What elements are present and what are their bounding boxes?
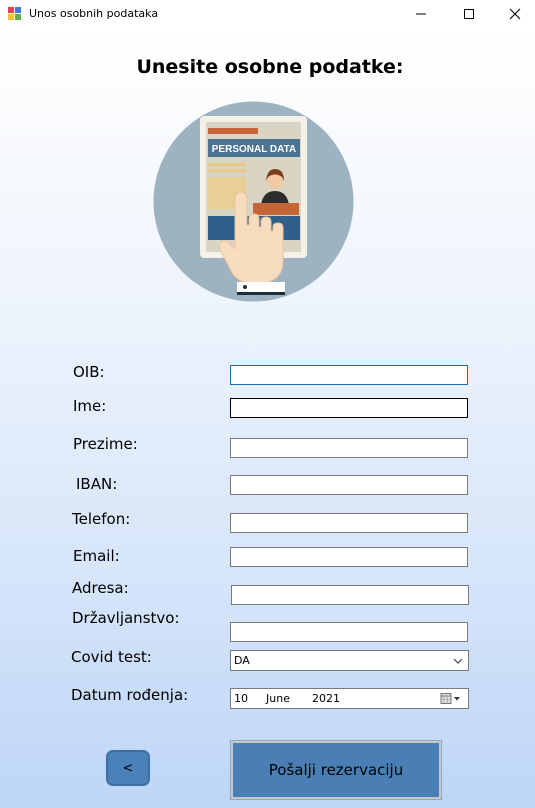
oib-field[interactable] <box>230 365 468 385</box>
close-button[interactable] <box>492 0 535 28</box>
telefon-field[interactable] <box>230 513 468 533</box>
iban-label: IBAN: <box>76 475 118 493</box>
window-title: Unos osobnih podataka <box>29 7 159 20</box>
form-client-area: Unesite osobne podatke: PERSONAL DATA OI… <box>0 28 535 808</box>
datum-rodenja-label: Datum rođenja: <box>71 686 189 704</box>
title-bar[interactable]: Unos osobnih podataka <box>0 0 535 28</box>
banner-text: PERSONAL DATA <box>212 144 296 155</box>
ime-label: Ime: <box>73 397 107 415</box>
covid-test-label: Covid test: <box>71 648 152 666</box>
email-field[interactable] <box>230 547 468 567</box>
minimize-button[interactable] <box>398 0 444 28</box>
maximize-icon <box>464 9 474 19</box>
close-icon <box>509 8 521 20</box>
minimize-icon <box>416 13 426 15</box>
drzavljanstvo-label: Državljanstvo: <box>72 609 180 627</box>
submit-reservation-button[interactable]: Pošalji rezervaciju <box>230 740 442 800</box>
back-button[interactable]: < <box>106 750 150 786</box>
telefon-label: Telefon: <box>72 510 131 528</box>
prezime-label: Prezime: <box>73 435 138 453</box>
email-label: Email: <box>73 547 120 565</box>
birth-day[interactable]: 10 <box>234 692 248 705</box>
drzavljanstvo-field[interactable] <box>230 622 468 642</box>
maximize-button[interactable] <box>446 0 492 28</box>
birth-year[interactable]: 2021 <box>312 692 340 705</box>
calendar-dropdown-icon[interactable] <box>440 692 464 706</box>
app-icon <box>8 7 21 20</box>
iban-field[interactable] <box>230 475 468 495</box>
personal-data-illustration: PERSONAL DATA <box>153 101 354 302</box>
ime-field[interactable] <box>230 398 468 418</box>
covid-test-select[interactable]: DA <box>230 650 469 671</box>
adresa-label: Adresa: <box>72 579 129 597</box>
oib-label: OIB: <box>73 363 105 381</box>
chevron-down-icon <box>453 658 463 664</box>
birth-date-picker[interactable]: 10 June 2021 <box>230 688 469 709</box>
prezime-field[interactable] <box>230 438 468 458</box>
adresa-field[interactable] <box>231 585 469 605</box>
birth-month[interactable]: June <box>266 692 290 705</box>
covid-test-value: DA <box>234 654 250 667</box>
page-title: Unesite osobne podatke: <box>136 56 404 78</box>
